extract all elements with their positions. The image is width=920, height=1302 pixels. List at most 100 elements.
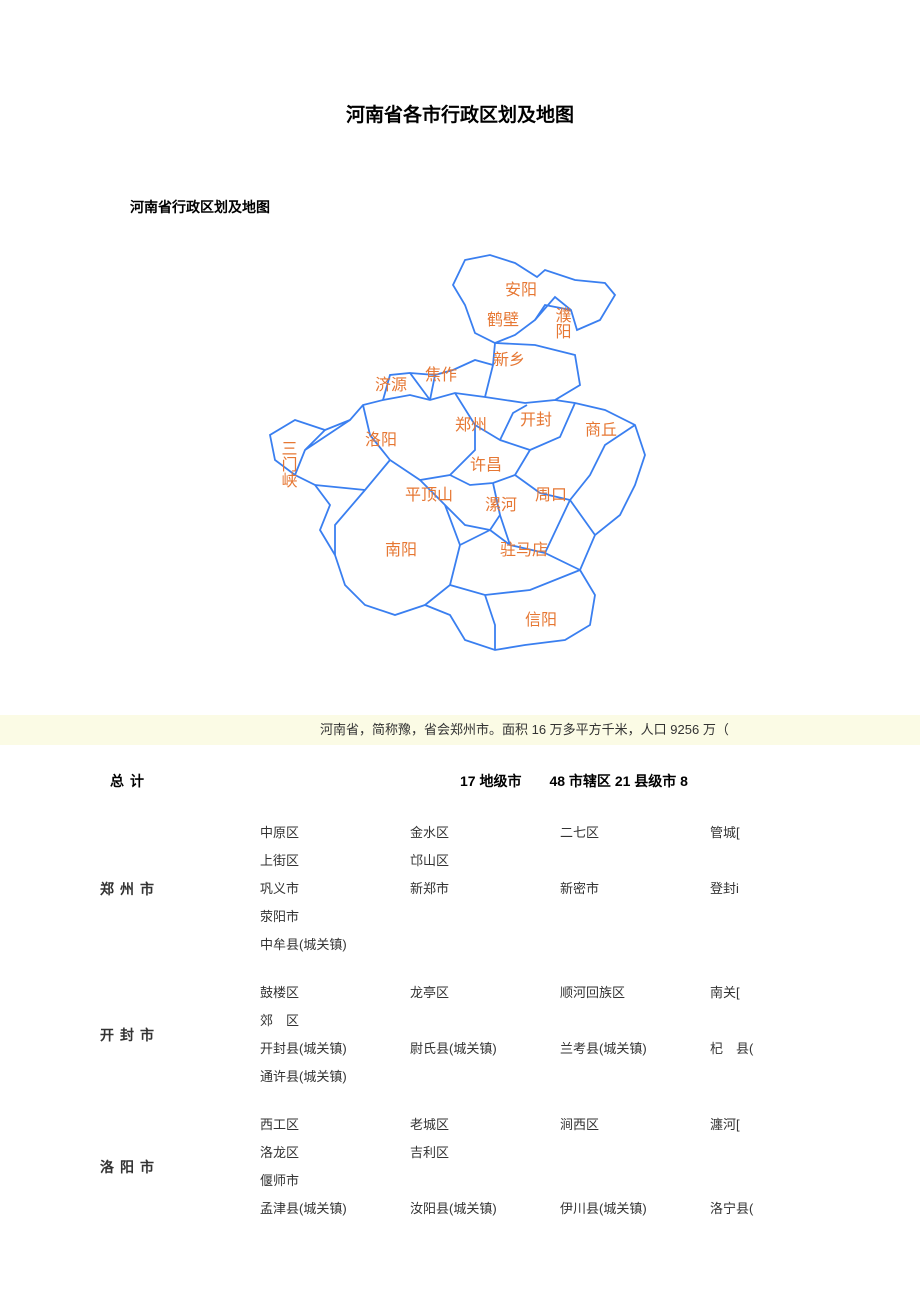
table-cell: 二七区 — [560, 819, 710, 847]
table-cell: 管城[ — [710, 819, 800, 847]
city-block: 郑州市中原区金水区二七区管城[上街区邙山区巩义市新郑市新密市登封i荥阳市中牟县(… — [0, 809, 920, 969]
table-cell: 兰考县(城关镇) — [560, 1035, 710, 1063]
table-cell — [710, 1139, 800, 1167]
table-cell — [710, 1063, 800, 1091]
map-label: 三门峡 — [279, 440, 297, 488]
table-row: 通许县(城关镇) — [260, 1063, 920, 1091]
totals-label: 总计 — [0, 771, 260, 791]
table-cell: 吉利区 — [410, 1139, 560, 1167]
table-cell: 郊 区 — [260, 1007, 410, 1035]
map-label: 安阳 — [505, 281, 537, 299]
table-cell — [560, 847, 710, 875]
totals-row: 总计 17 地级市 48 市辖区 21 县级市 8 — [0, 763, 920, 809]
table-cell — [710, 931, 800, 959]
table-row: 上街区邙山区 — [260, 847, 920, 875]
table-cell: 鼓楼区 — [260, 979, 410, 1007]
table-cell — [410, 903, 560, 931]
map-label: 新乡 — [493, 351, 525, 369]
totals-content: 17 地级市 48 市辖区 21 县级市 8 — [260, 771, 920, 791]
table-row: 巩义市新郑市新密市登封i — [260, 875, 920, 903]
table-cell: 新密市 — [560, 875, 710, 903]
map-label: 周口 — [535, 487, 567, 504]
table-row: 洛龙区吉利区 — [260, 1139, 920, 1167]
table-row: 西工区老城区涧西区瀍河[ — [260, 1111, 920, 1139]
map-label: 商丘 — [585, 421, 617, 439]
table-cell — [560, 1063, 710, 1091]
map-label: 平顶山 — [405, 486, 453, 504]
table-row: 开封县(城关镇)尉氏县(城关镇)兰考县(城关镇)杞 县( — [260, 1035, 920, 1063]
table-cell: 荥阳市 — [260, 903, 410, 931]
city-rows: 鼓楼区龙亭区顺河回族区南关[郊 区开封县(城关镇)尉氏县(城关镇)兰考县(城关镇… — [260, 979, 920, 1091]
table-cell: 汝阳县(城关镇) — [410, 1195, 560, 1223]
table-cell: 邙山区 — [410, 847, 560, 875]
city-block: 洛阳市西工区老城区涧西区瀍河[洛龙区吉利区偃师市孟津县(城关镇)汝阳县(城关镇)… — [0, 1101, 920, 1233]
table-row: 鼓楼区龙亭区顺河回族区南关[ — [260, 979, 920, 1007]
section-title: 河南省行政区划及地图 — [130, 197, 920, 217]
table-cell: 老城区 — [410, 1111, 560, 1139]
table-cell: 偃师市 — [260, 1167, 410, 1195]
table-cell: 金水区 — [410, 819, 560, 847]
table-cell — [710, 847, 800, 875]
map-label: 许昌 — [470, 456, 502, 474]
map-label: 南阳 — [385, 541, 417, 559]
table-row: 郊 区 — [260, 1007, 920, 1035]
table-cell — [560, 903, 710, 931]
table-cell — [560, 1139, 710, 1167]
table-cell: 瀍河[ — [710, 1111, 800, 1139]
table-cell: 上街区 — [260, 847, 410, 875]
table-cell — [560, 1167, 710, 1195]
map-label: 漯河 — [485, 496, 517, 514]
table-row: 偃师市 — [260, 1167, 920, 1195]
table-cell: 孟津县(城关镇) — [260, 1195, 410, 1223]
city-name: 开封市 — [0, 1025, 260, 1045]
map-label: 鹤壁 — [487, 310, 519, 329]
table-cell: 中原区 — [260, 819, 410, 847]
table-cell: 龙亭区 — [410, 979, 560, 1007]
city-rows: 西工区老城区涧西区瀍河[洛龙区吉利区偃师市孟津县(城关镇)汝阳县(城关镇)伊川县… — [260, 1111, 920, 1223]
table-cell: 中牟县(城关镇) — [260, 931, 410, 959]
table-cell: 通许县(城关镇) — [260, 1063, 410, 1091]
table-cell — [410, 1063, 560, 1091]
map-label: 济源 — [375, 376, 407, 394]
table-cell: 洛宁县( — [710, 1195, 800, 1223]
map-container: 安阳濮阳 鹤壁新乡焦作济源郑州 开封商丘洛阳三门峡 许昌平顶山漯河 周口南阳 驻马店信阳 — [0, 225, 920, 655]
map-label: 焦作 — [425, 366, 457, 384]
cities-container: 郑州市中原区金水区二七区管城[上街区邙山区巩义市新郑市新密市登封i荥阳市中牟县(… — [0, 809, 920, 1233]
table-cell: 杞 县( — [710, 1035, 800, 1063]
map-label: 洛阳 — [365, 431, 397, 449]
table-cell — [710, 1167, 800, 1195]
table-row: 中原区金水区二七区管城[ — [260, 819, 920, 847]
table-row: 中牟县(城关镇) — [260, 931, 920, 959]
map-label: 驻马店 — [500, 541, 548, 559]
table-cell: 登封i — [710, 875, 800, 903]
table-cell — [710, 1007, 800, 1035]
table-cell — [560, 1007, 710, 1035]
table-cell — [410, 1007, 560, 1035]
table-cell: 伊川县(城关镇) — [560, 1195, 710, 1223]
map-label: 信阳 — [525, 611, 557, 629]
table-cell: 新郑市 — [410, 875, 560, 903]
table-cell — [560, 931, 710, 959]
table-cell: 洛龙区 — [260, 1139, 410, 1167]
table-row: 孟津县(城关镇)汝阳县(城关镇)伊川县(城关镇)洛宁县( — [260, 1195, 920, 1223]
city-rows: 中原区金水区二七区管城[上街区邙山区巩义市新郑市新密市登封i荥阳市中牟县(城关镇… — [260, 819, 920, 959]
map-label: 濮阳 — [553, 307, 572, 339]
henan-map: 安阳濮阳 鹤壁新乡焦作济源郑州 开封商丘洛阳三门峡 许昌平顶山漯河 周口南阳 驻马店信阳 — [235, 225, 685, 655]
table-cell — [710, 903, 800, 931]
table-cell: 开封县(城关镇) — [260, 1035, 410, 1063]
map-label: 开封 — [520, 411, 552, 429]
table-cell: 顺河回族区 — [560, 979, 710, 1007]
table-cell: 尉氏县(城关镇) — [410, 1035, 560, 1063]
table-cell: 涧西区 — [560, 1111, 710, 1139]
city-block: 开封市鼓楼区龙亭区顺河回族区南关[郊 区开封县(城关镇)尉氏县(城关镇)兰考县(… — [0, 969, 920, 1101]
map-label: 郑州 — [455, 416, 487, 434]
table-row: 荥阳市 — [260, 903, 920, 931]
table-cell — [410, 1167, 560, 1195]
city-name: 郑州市 — [0, 879, 260, 899]
intro-bar: 河南省，简称豫，省会郑州市。面积 16 万多平方千米，人口 9256 万（ — [0, 715, 920, 745]
table-cell: 西工区 — [260, 1111, 410, 1139]
table-cell: 巩义市 — [260, 875, 410, 903]
city-name: 洛阳市 — [0, 1157, 260, 1177]
page-title: 河南省各市行政区划及地图 — [0, 100, 920, 127]
table-cell — [410, 931, 560, 959]
